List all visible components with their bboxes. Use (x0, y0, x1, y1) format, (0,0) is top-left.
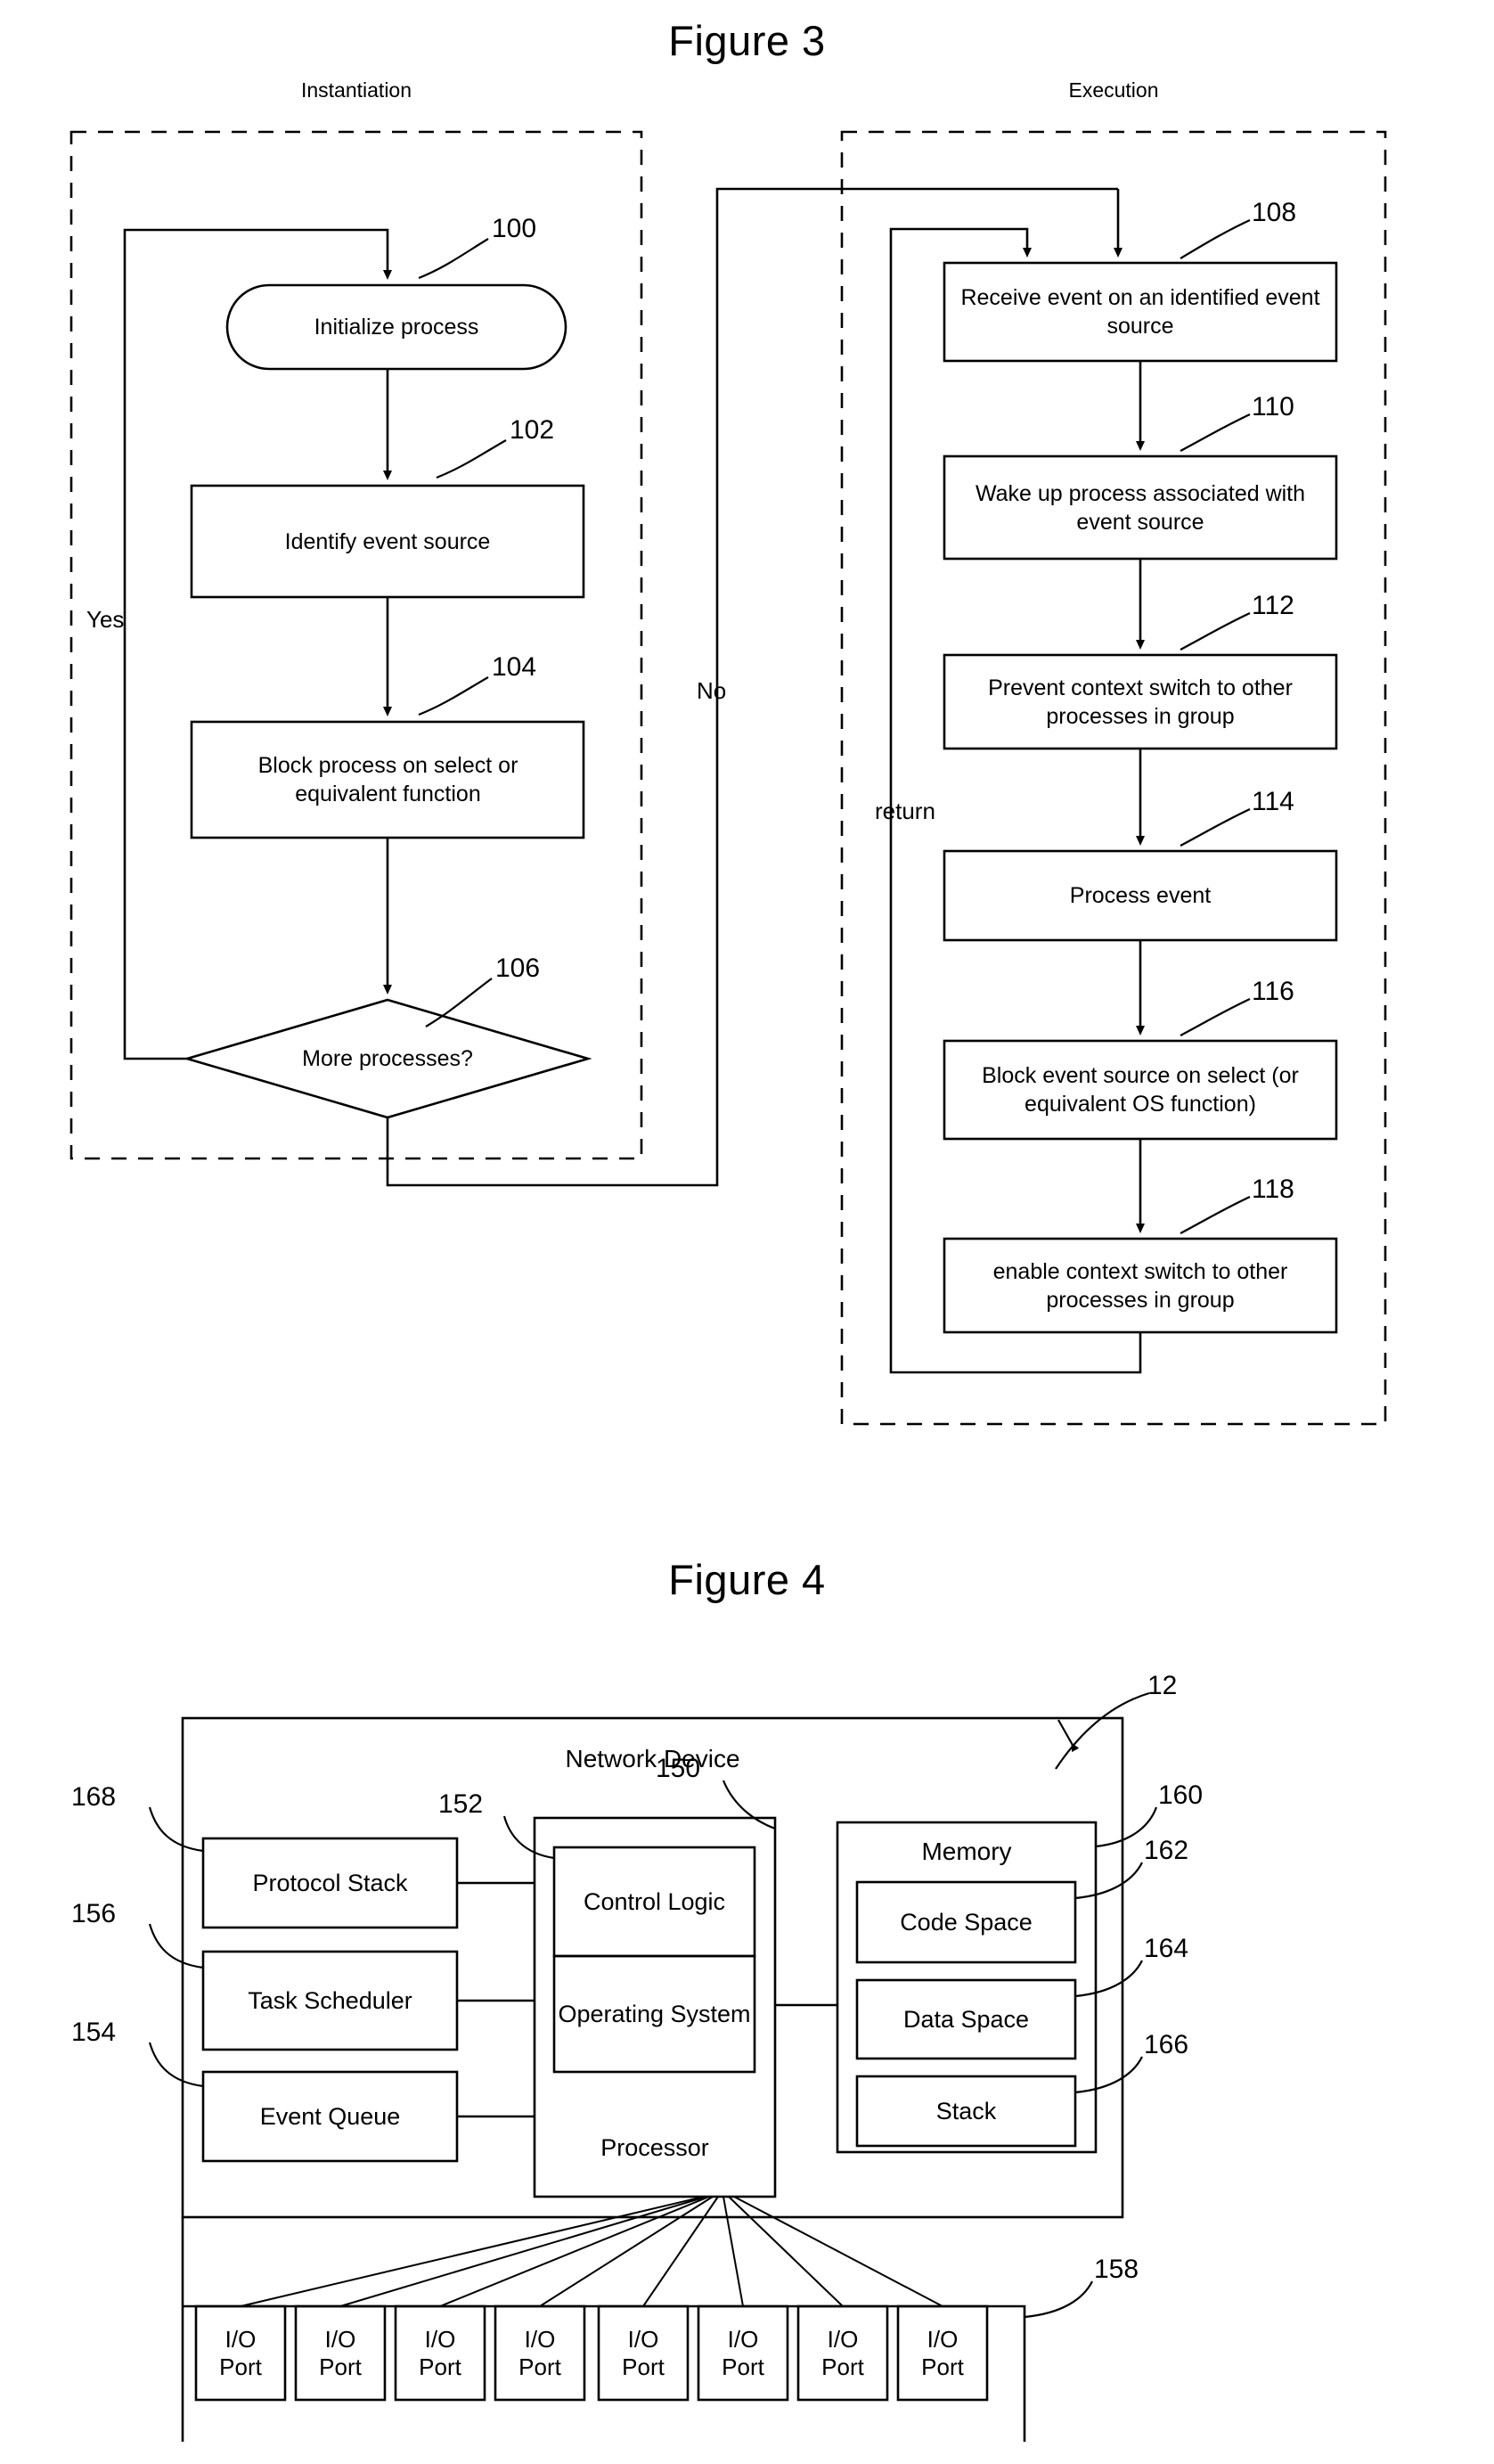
memory-label: Memory (921, 1838, 1012, 1865)
step-prevent-context-switch: Prevent context switch to other processe… (988, 675, 1293, 729)
io-port-3: I/O Port (396, 2306, 485, 2400)
edge-label-yes: Yes (86, 606, 125, 633)
step-block-process-on-select: Block process on select or equivalent fu… (257, 753, 518, 806)
ref-150: 150 (656, 1754, 701, 1783)
ref-166: 166 (1144, 2030, 1189, 2059)
io-port-7: I/O Port (798, 2306, 887, 2400)
step-initialize-process: Initialize process (314, 315, 479, 340)
io-port-label-line1: I/O (524, 2325, 556, 2353)
ref-168: 168 (71, 1782, 117, 1812)
io-port-label-line1: I/O (225, 2325, 257, 2353)
ref-110: 110 (1252, 392, 1294, 422)
block-control-logic: Control Logic (583, 1887, 726, 1915)
block-protocol-stack: Protocol Stack (252, 1869, 408, 1896)
ref-116: 116 (1252, 977, 1294, 1006)
io-port-label-line1: I/O (727, 2325, 759, 2353)
edge-label-no: No (697, 677, 727, 704)
ref-104: 104 (492, 652, 537, 682)
block-data-space: Data Space (902, 2005, 1030, 2033)
io-port-label-line2: Port (722, 2353, 764, 2380)
io-port-label-line2: Port (219, 2353, 262, 2380)
io-port-label-line2: Port (622, 2353, 665, 2380)
io-port-8: I/O Port (898, 2306, 987, 2400)
block-code-space: Code Space (900, 1908, 1033, 1936)
io-port-label-line2: Port (319, 2353, 362, 2380)
figure-3-title: Figure 3 (668, 17, 826, 64)
io-port-label-line1: I/O (324, 2325, 356, 2353)
ref-158: 158 (1094, 2255, 1139, 2284)
io-port-2: I/O Port (296, 2306, 385, 2400)
ref-160: 160 (1158, 1780, 1204, 1810)
network-device-label: Network Device (565, 1745, 740, 1772)
step-identify-event-source: Identify event source (284, 528, 491, 554)
io-port-label-line1: I/O (927, 2325, 959, 2353)
io-port-5: I/O Port (599, 2306, 688, 2400)
ref-118: 118 (1252, 1175, 1294, 1204)
panel-label-execution: Execution (1068, 78, 1159, 102)
ref-114: 114 (1252, 787, 1294, 816)
edge-label-return: return (875, 798, 935, 824)
figure-4-title: Figure 4 (668, 1556, 826, 1603)
io-port-label-line2: Port (821, 2353, 864, 2380)
block-stack: Stack (935, 2097, 997, 2124)
panel-label-instantiation: Instantiation (300, 78, 412, 102)
ref-108: 108 (1252, 198, 1297, 227)
io-port-label-line1: I/O (424, 2325, 456, 2353)
io-port-label-line1: I/O (627, 2325, 659, 2353)
io-port-6: I/O Port (698, 2306, 788, 2400)
block-processor-label: Processor (600, 2133, 709, 2161)
step-receive-event: Receive event on an identified event sou… (960, 285, 1320, 339)
patent-figure-sheet: Figure 3 Instantiation Execution Initial… (0, 0, 1494, 2464)
io-port-label-line2: Port (921, 2353, 964, 2380)
step-block-event-source: Block event source on select (or equival… (982, 1063, 1299, 1117)
ref-152: 152 (438, 1789, 484, 1819)
block-operating-system: Operating System (558, 2000, 751, 2027)
ref-162: 162 (1144, 1836, 1189, 1865)
ref-100: 100 (492, 214, 537, 243)
ref-102: 102 (510, 415, 555, 445)
step-enable-context-switch: enable context switch to other processes… (992, 1258, 1288, 1313)
step-wake-up-process: Wake up process associated with event so… (975, 480, 1306, 535)
ref-106: 106 (495, 954, 541, 983)
ref-164: 164 (1144, 1934, 1189, 1963)
ref-12: 12 (1147, 1671, 1178, 1700)
ref-156: 156 (71, 1899, 117, 1928)
io-port-label-line2: Port (419, 2353, 461, 2380)
block-event-queue: Event Queue (259, 2102, 401, 2130)
io-port-label-line1: I/O (827, 2325, 859, 2353)
block-task-scheduler: Task Scheduler (248, 1986, 412, 2014)
step-process-event: Process event (1069, 883, 1212, 908)
io-port-4: I/O Port (495, 2306, 584, 2400)
decision-more-processes: More processes? (302, 1046, 473, 1071)
io-port-label-line2: Port (518, 2353, 561, 2380)
io-port-1: I/O Port (196, 2306, 285, 2400)
ref-112: 112 (1252, 591, 1294, 620)
ref-154: 154 (71, 2018, 117, 2047)
